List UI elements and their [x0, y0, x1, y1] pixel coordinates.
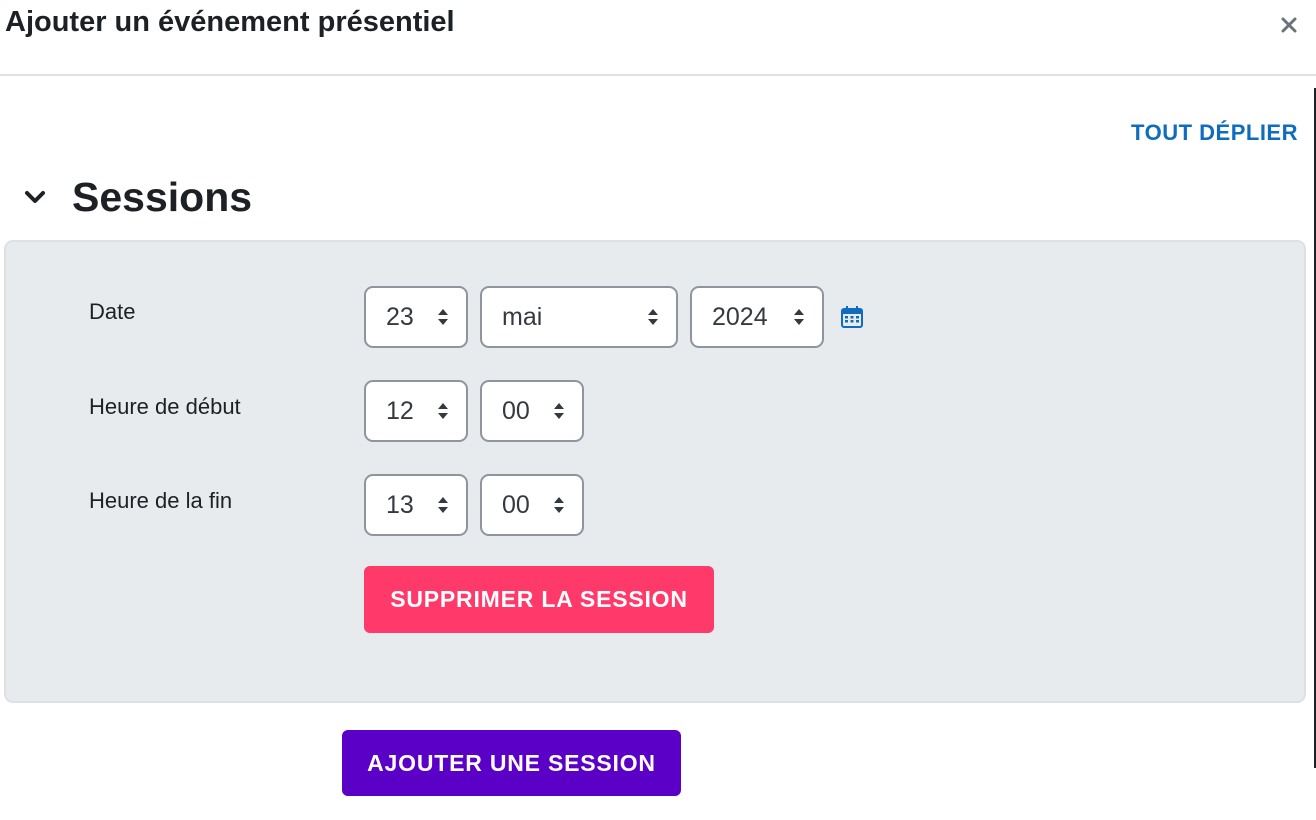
start-minute-select[interactable]: 00 [480, 380, 584, 442]
end-time-label: Heure de la fin [89, 488, 233, 513]
year-value: 2024 [712, 302, 768, 331]
end-hour-value: 13 [386, 490, 414, 519]
day-value: 23 [386, 302, 414, 331]
sort-caret-icon [438, 497, 448, 513]
start-minute-value: 00 [502, 396, 530, 425]
year-select[interactable]: 2024 [690, 286, 824, 348]
start-hour-value: 12 [386, 396, 414, 425]
close-button[interactable] [1272, 8, 1306, 42]
sort-caret-icon [438, 403, 448, 419]
sort-caret-icon [554, 497, 564, 513]
sort-caret-icon [648, 309, 658, 325]
day-select[interactable]: 23 [364, 286, 468, 348]
section-toggle-button[interactable] [20, 182, 50, 212]
expand-all-link[interactable]: Tout déplier [1131, 120, 1298, 146]
close-icon [1281, 17, 1297, 33]
end-minute-value: 00 [502, 490, 530, 519]
sort-caret-icon [438, 309, 448, 325]
date-label: Date [89, 299, 136, 324]
chevron-down-icon [25, 191, 45, 203]
sort-caret-icon [554, 403, 564, 419]
add-session-button[interactable]: Ajouter une session [342, 730, 681, 796]
sort-caret-icon [794, 309, 804, 325]
end-minute-select[interactable]: 00 [480, 474, 584, 536]
month-select[interactable]: mai [480, 286, 678, 348]
start-hour-select[interactable]: 12 [364, 380, 468, 442]
start-time-label: Heure de début [89, 394, 241, 419]
sessions-section-header: Sessions [20, 170, 252, 224]
section-title: Sessions [72, 174, 253, 220]
calendar-icon[interactable] [840, 305, 864, 329]
end-hour-select[interactable]: 13 [364, 474, 468, 536]
month-value: mai [502, 302, 543, 331]
modal-title: Ajouter un événement présentiel [5, 6, 455, 38]
modal-header: Ajouter un événement présentiel [0, 0, 1316, 76]
delete-session-button[interactable]: Supprimer la session [364, 566, 714, 633]
